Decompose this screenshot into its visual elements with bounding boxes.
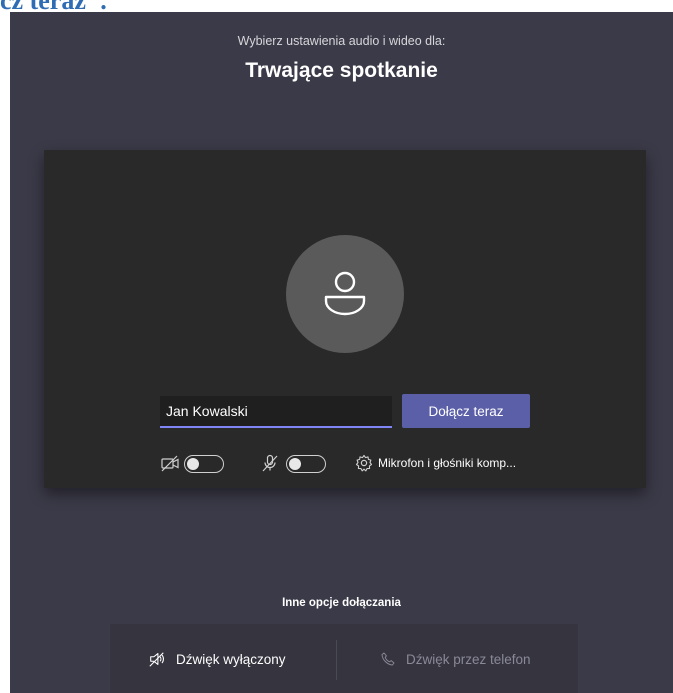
camera-toggle[interactable] <box>184 455 224 473</box>
name-input[interactable] <box>160 396 392 428</box>
camera-off-icon <box>161 455 179 472</box>
speaker-off-icon <box>149 652 164 667</box>
prejoin-subtitle: Wybierz ustawienia audio i wideo dla: <box>237 34 446 48</box>
options-divider <box>336 640 337 680</box>
mic-off-icon <box>262 454 278 472</box>
meeting-title: Trwające spotkanie <box>245 59 438 82</box>
video-preview: Dołącz teraz Mikr <box>44 150 646 488</box>
avatar <box>286 235 404 353</box>
microphone-toggle-knob <box>289 457 301 470</box>
audio-off-label: Dźwięk wyłączony <box>176 651 286 667</box>
device-controls: Mikrofon i głośniki komp... <box>44 450 646 478</box>
join-now-button[interactable]: Dołącz teraz <box>402 394 530 428</box>
microphone-toggle[interactable] <box>286 455 326 473</box>
phone-audio-option[interactable]: Dźwięk przez telefon <box>380 648 531 670</box>
person-icon <box>324 271 366 316</box>
other-join-options: Dźwięk wyłączony Dźwięk przez telefon <box>110 624 578 693</box>
audio-device-label[interactable]: Mikrofon i głośniki komp... <box>378 456 516 470</box>
phone-icon <box>381 652 395 666</box>
other-join-options-title: Inne opcje dołączania <box>282 597 401 609</box>
phone-audio-label: Dźwięk przez telefon <box>406 651 531 667</box>
gear-icon[interactable] <box>354 453 374 473</box>
audio-off-option[interactable]: Dźwięk wyłączony <box>148 648 286 670</box>
camera-toggle-knob <box>187 457 199 470</box>
prejoin-screen: Wybierz ustawienia audio i wideo dla: Tr… <box>10 12 673 693</box>
